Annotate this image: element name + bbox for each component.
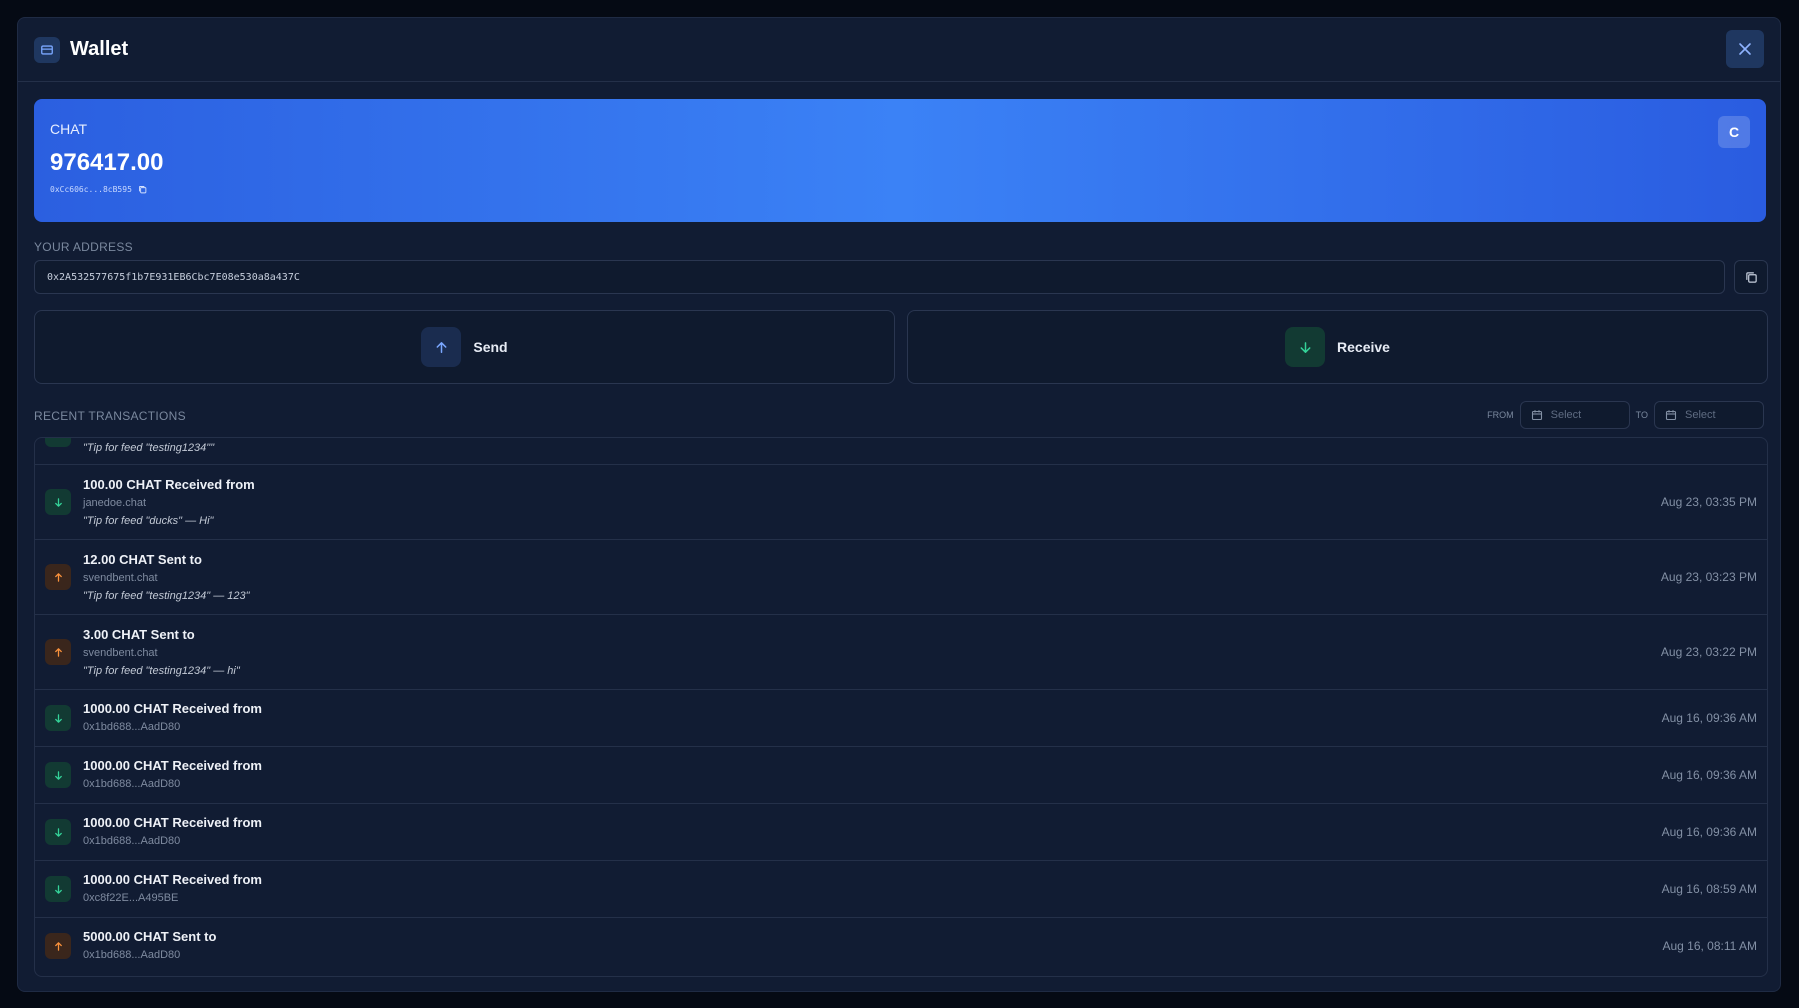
- tx-title: 1000.00 CHAT Received from: [83, 872, 262, 887]
- tx-time: Aug 16, 08:59 AM: [1661, 882, 1757, 896]
- tx-note: "Tip for feed "ducks" — Hi": [83, 515, 214, 527]
- tx-time: Aug 16, 09:36 AM: [1661, 825, 1757, 839]
- arrow-up-icon: [45, 639, 71, 665]
- tx-title: 5000.00 CHAT Sent to: [83, 929, 217, 944]
- to-date-select[interactable]: Select: [1654, 401, 1764, 429]
- address-field[interactable]: 0x2A532577675f1b7E931EB6Cbc7E08e530a8a43…: [34, 260, 1725, 294]
- token-avatar: C: [1718, 116, 1750, 148]
- tx-counterparty: svendbent.chat: [83, 572, 158, 584]
- list-item[interactable]: 1000.00 CHAT Received from 0xc8f22E...A4…: [35, 861, 1767, 918]
- arrow-up-icon: [45, 564, 71, 590]
- to-date-placeholder: Select: [1685, 409, 1716, 421]
- tx-time: Aug 16, 09:36 AM: [1661, 768, 1757, 782]
- calendar-icon: [1665, 410, 1677, 421]
- token-address-row: 0xCc606c...8cB595: [50, 185, 1750, 194]
- copy-icon[interactable]: [138, 185, 147, 194]
- list-item[interactable]: 1000.00 CHAT Received from 0x1bd688...Aa…: [35, 747, 1767, 804]
- from-date-placeholder: Select: [1550, 409, 1582, 421]
- receive-label: Receive: [1337, 339, 1390, 355]
- arrow-down-icon: [45, 819, 71, 845]
- tx-title: 3.00 CHAT Sent to: [83, 627, 195, 642]
- wallet-icon: [34, 36, 60, 63]
- date-filter: FROM Select TO Select: [1481, 401, 1764, 429]
- to-label: TO: [1635, 410, 1648, 420]
- token-contract-address: 0xCc606c...8cB595: [50, 185, 132, 194]
- list-item[interactable]: 3.00 CHAT Sent to svendbent.chat "Tip fo…: [35, 615, 1767, 690]
- send-button[interactable]: Send: [34, 310, 895, 384]
- tx-time: Aug 23, 03:22 PM: [1660, 645, 1757, 659]
- arrow-down-icon: [45, 876, 71, 902]
- tx-title: 12.00 CHAT Sent to: [83, 552, 202, 567]
- arrow-down-icon: [45, 489, 71, 515]
- arrow-down-icon: [45, 438, 71, 447]
- page-title: Wallet: [70, 38, 129, 60]
- list-item[interactable]: 5000.00 CHAT Sent to 0x1bd688...AadD80 A…: [35, 918, 1767, 976]
- tx-counterparty: 0x1bd688...AadD80: [83, 835, 181, 847]
- close-button[interactable]: [1726, 30, 1764, 68]
- list-item[interactable]: 1000.00 CHAT Received from 0x1bd688...Aa…: [35, 804, 1767, 861]
- balance-amount: 976417.00: [50, 149, 164, 176]
- tx-time: Aug 16, 09:36 AM: [1661, 711, 1757, 725]
- tx-title: 1000.00 CHAT Received from: [83, 815, 262, 830]
- calendar-icon: [1531, 410, 1542, 421]
- arrow-down-icon: [45, 762, 71, 788]
- tx-counterparty: janedoe.chat: [83, 497, 146, 509]
- transaction-list[interactable]: "Tip for feed "testing1234"" 100.00 CHAT…: [34, 437, 1768, 977]
- tx-time: Aug 16, 08:11 AM: [1662, 939, 1757, 953]
- modal-header: Wallet: [18, 18, 1780, 82]
- tx-note: "Tip for feed "testing1234" — 123": [83, 590, 250, 602]
- list-item[interactable]: 1000.00 CHAT Received from 0x1bd688...Aa…: [35, 690, 1767, 747]
- list-item[interactable]: 12.00 CHAT Sent to svendbent.chat "Tip f…: [35, 540, 1767, 615]
- transactions-heading: RECENT TRANSACTIONS: [34, 409, 186, 423]
- arrow-down-icon: [1285, 327, 1326, 367]
- address-label: YOUR ADDRESS: [34, 240, 133, 254]
- copy-icon: [1745, 271, 1757, 283]
- tx-time: Aug 23, 03:23 PM: [1660, 570, 1757, 584]
- close-icon: [1739, 43, 1751, 55]
- arrow-down-icon: [45, 705, 71, 731]
- tx-counterparty: 0x1bd688...AadD80: [83, 778, 181, 790]
- tx-note: "Tip for feed "testing1234" — hi": [83, 665, 240, 677]
- receive-button[interactable]: Receive: [907, 310, 1768, 384]
- list-item[interactable]: "Tip for feed "testing1234"": [35, 438, 1767, 465]
- tx-counterparty: 0x1bd688...AadD80: [83, 949, 181, 961]
- tx-title: 100.00 CHAT Received from: [83, 477, 255, 492]
- tx-title: 1000.00 CHAT Received from: [83, 701, 262, 716]
- arrow-up-icon: [45, 933, 71, 959]
- list-item[interactable]: 100.00 CHAT Received from janedoe.chat "…: [35, 465, 1767, 540]
- arrow-up-icon: [421, 327, 462, 367]
- balance-card: CHAT 976417.00 0xCc606c...8cB595 C: [34, 99, 1766, 222]
- tx-counterparty: svendbent.chat: [83, 647, 158, 659]
- tx-title: 1000.00 CHAT Received from: [83, 758, 262, 773]
- send-label: Send: [473, 339, 508, 355]
- token-name: CHAT: [50, 121, 88, 137]
- tx-counterparty: 0x1bd688...AadD80: [83, 721, 181, 733]
- from-label: FROM: [1487, 410, 1514, 420]
- tx-time: Aug 23, 03:35 PM: [1660, 495, 1757, 509]
- wallet-modal: Wallet CHAT 976417.00 0xCc606c...8cB595 …: [17, 17, 1781, 992]
- from-date-select[interactable]: Select: [1519, 401, 1630, 429]
- copy-address-button[interactable]: [1734, 260, 1768, 294]
- tx-counterparty: 0xc8f22E...A495BE: [83, 892, 179, 904]
- tx-note: "Tip for feed "testing1234"": [83, 442, 215, 454]
